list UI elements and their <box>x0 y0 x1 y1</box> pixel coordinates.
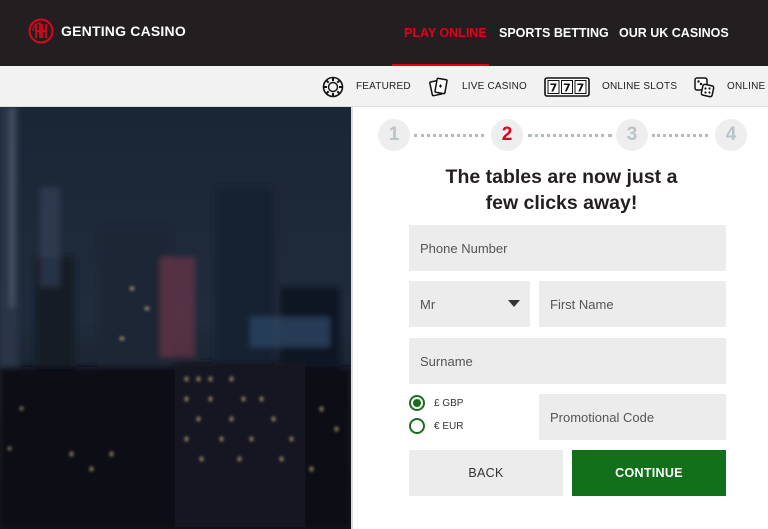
city-night-background-image <box>0 107 351 529</box>
title-select[interactable]: Mr <box>409 281 530 327</box>
category-label: ONLINE C <box>727 81 768 92</box>
phone-number-input[interactable]: Phone Number <box>409 225 726 271</box>
step-2-current: 2 <box>491 119 523 151</box>
category-nav: FEATURED LIVE CASINO 7 7 7 ONLINE SLOTS … <box>0 66 768 107</box>
step-connector <box>528 134 612 137</box>
brand-name: GENTING CASINO <box>61 23 186 39</box>
surname-input[interactable]: Surname <box>409 338 726 384</box>
category-label: LIVE CASINO <box>462 81 527 92</box>
category-live-casino[interactable]: LIVE CASINO <box>428 66 527 106</box>
step-3: 3 <box>616 119 648 151</box>
svg-text:7: 7 <box>577 81 585 94</box>
continue-button[interactable]: CONTINUE <box>572 450 726 496</box>
radio-selected-dot <box>413 399 421 407</box>
svg-text:7: 7 <box>550 81 558 94</box>
first-name-input[interactable]: First Name <box>539 281 726 327</box>
step-connector <box>652 134 708 137</box>
currency-option-eur[interactable]: € EUR <box>409 418 463 434</box>
top-header: GENTING CASINO PLAY ONLINE SPORTS BETTIN… <box>0 0 768 66</box>
svg-text:7: 7 <box>563 81 571 94</box>
genting-logo-icon <box>28 18 54 44</box>
heading-line-1: The tables are now just a <box>445 166 678 188</box>
playing-cards-icon <box>429 77 448 96</box>
step-1: 1 <box>378 119 410 151</box>
radio-button-selected[interactable] <box>409 395 425 411</box>
back-button[interactable]: BACK <box>409 450 563 496</box>
surname-placeholder: Surname <box>420 353 473 369</box>
nav-our-uk-casinos[interactable]: OUR UK CASINOS <box>619 26 729 40</box>
currency-option-gbp[interactable]: £ GBP <box>409 395 463 411</box>
city-skyline-illustration <box>0 107 351 529</box>
slot-777-icon: 7 7 7 <box>544 76 590 97</box>
dice-icon <box>694 76 715 97</box>
brand-logo[interactable]: GENTING CASINO <box>28 18 186 44</box>
phone-placeholder: Phone Number <box>420 240 508 256</box>
category-label: ONLINE SLOTS <box>602 81 678 92</box>
heading-line-2: few clicks away! <box>485 192 638 214</box>
radio-button[interactable] <box>409 418 425 434</box>
nav-sports-betting[interactable]: SPORTS BETTING <box>499 26 609 40</box>
chevron-down-icon <box>508 300 520 307</box>
poker-chip-icon <box>322 76 344 97</box>
step-connector <box>414 134 484 137</box>
step-4: 4 <box>715 119 747 151</box>
category-featured[interactable]: FEATURED <box>322 66 411 106</box>
currency-label-eur: € EUR <box>434 420 464 432</box>
nav-play-online[interactable]: PLAY ONLINE <box>404 26 487 40</box>
currency-label-gbp: £ GBP <box>434 397 464 409</box>
form-heading: The tables are now just a few clicks awa… <box>353 164 768 216</box>
category-label: FEATURED <box>356 81 411 92</box>
category-online-casino[interactable]: ONLINE C <box>693 66 768 106</box>
first-name-placeholder: First Name <box>550 296 614 312</box>
title-select-value: Mr <box>420 296 436 312</box>
promotional-code-input[interactable]: Promotional Code <box>539 394 726 440</box>
category-online-slots[interactable]: 7 7 7 ONLINE SLOTS <box>544 66 678 106</box>
registration-panel: 1 2 3 4 The tables are now just a few cl… <box>351 107 768 529</box>
promo-placeholder: Promotional Code <box>550 409 655 425</box>
